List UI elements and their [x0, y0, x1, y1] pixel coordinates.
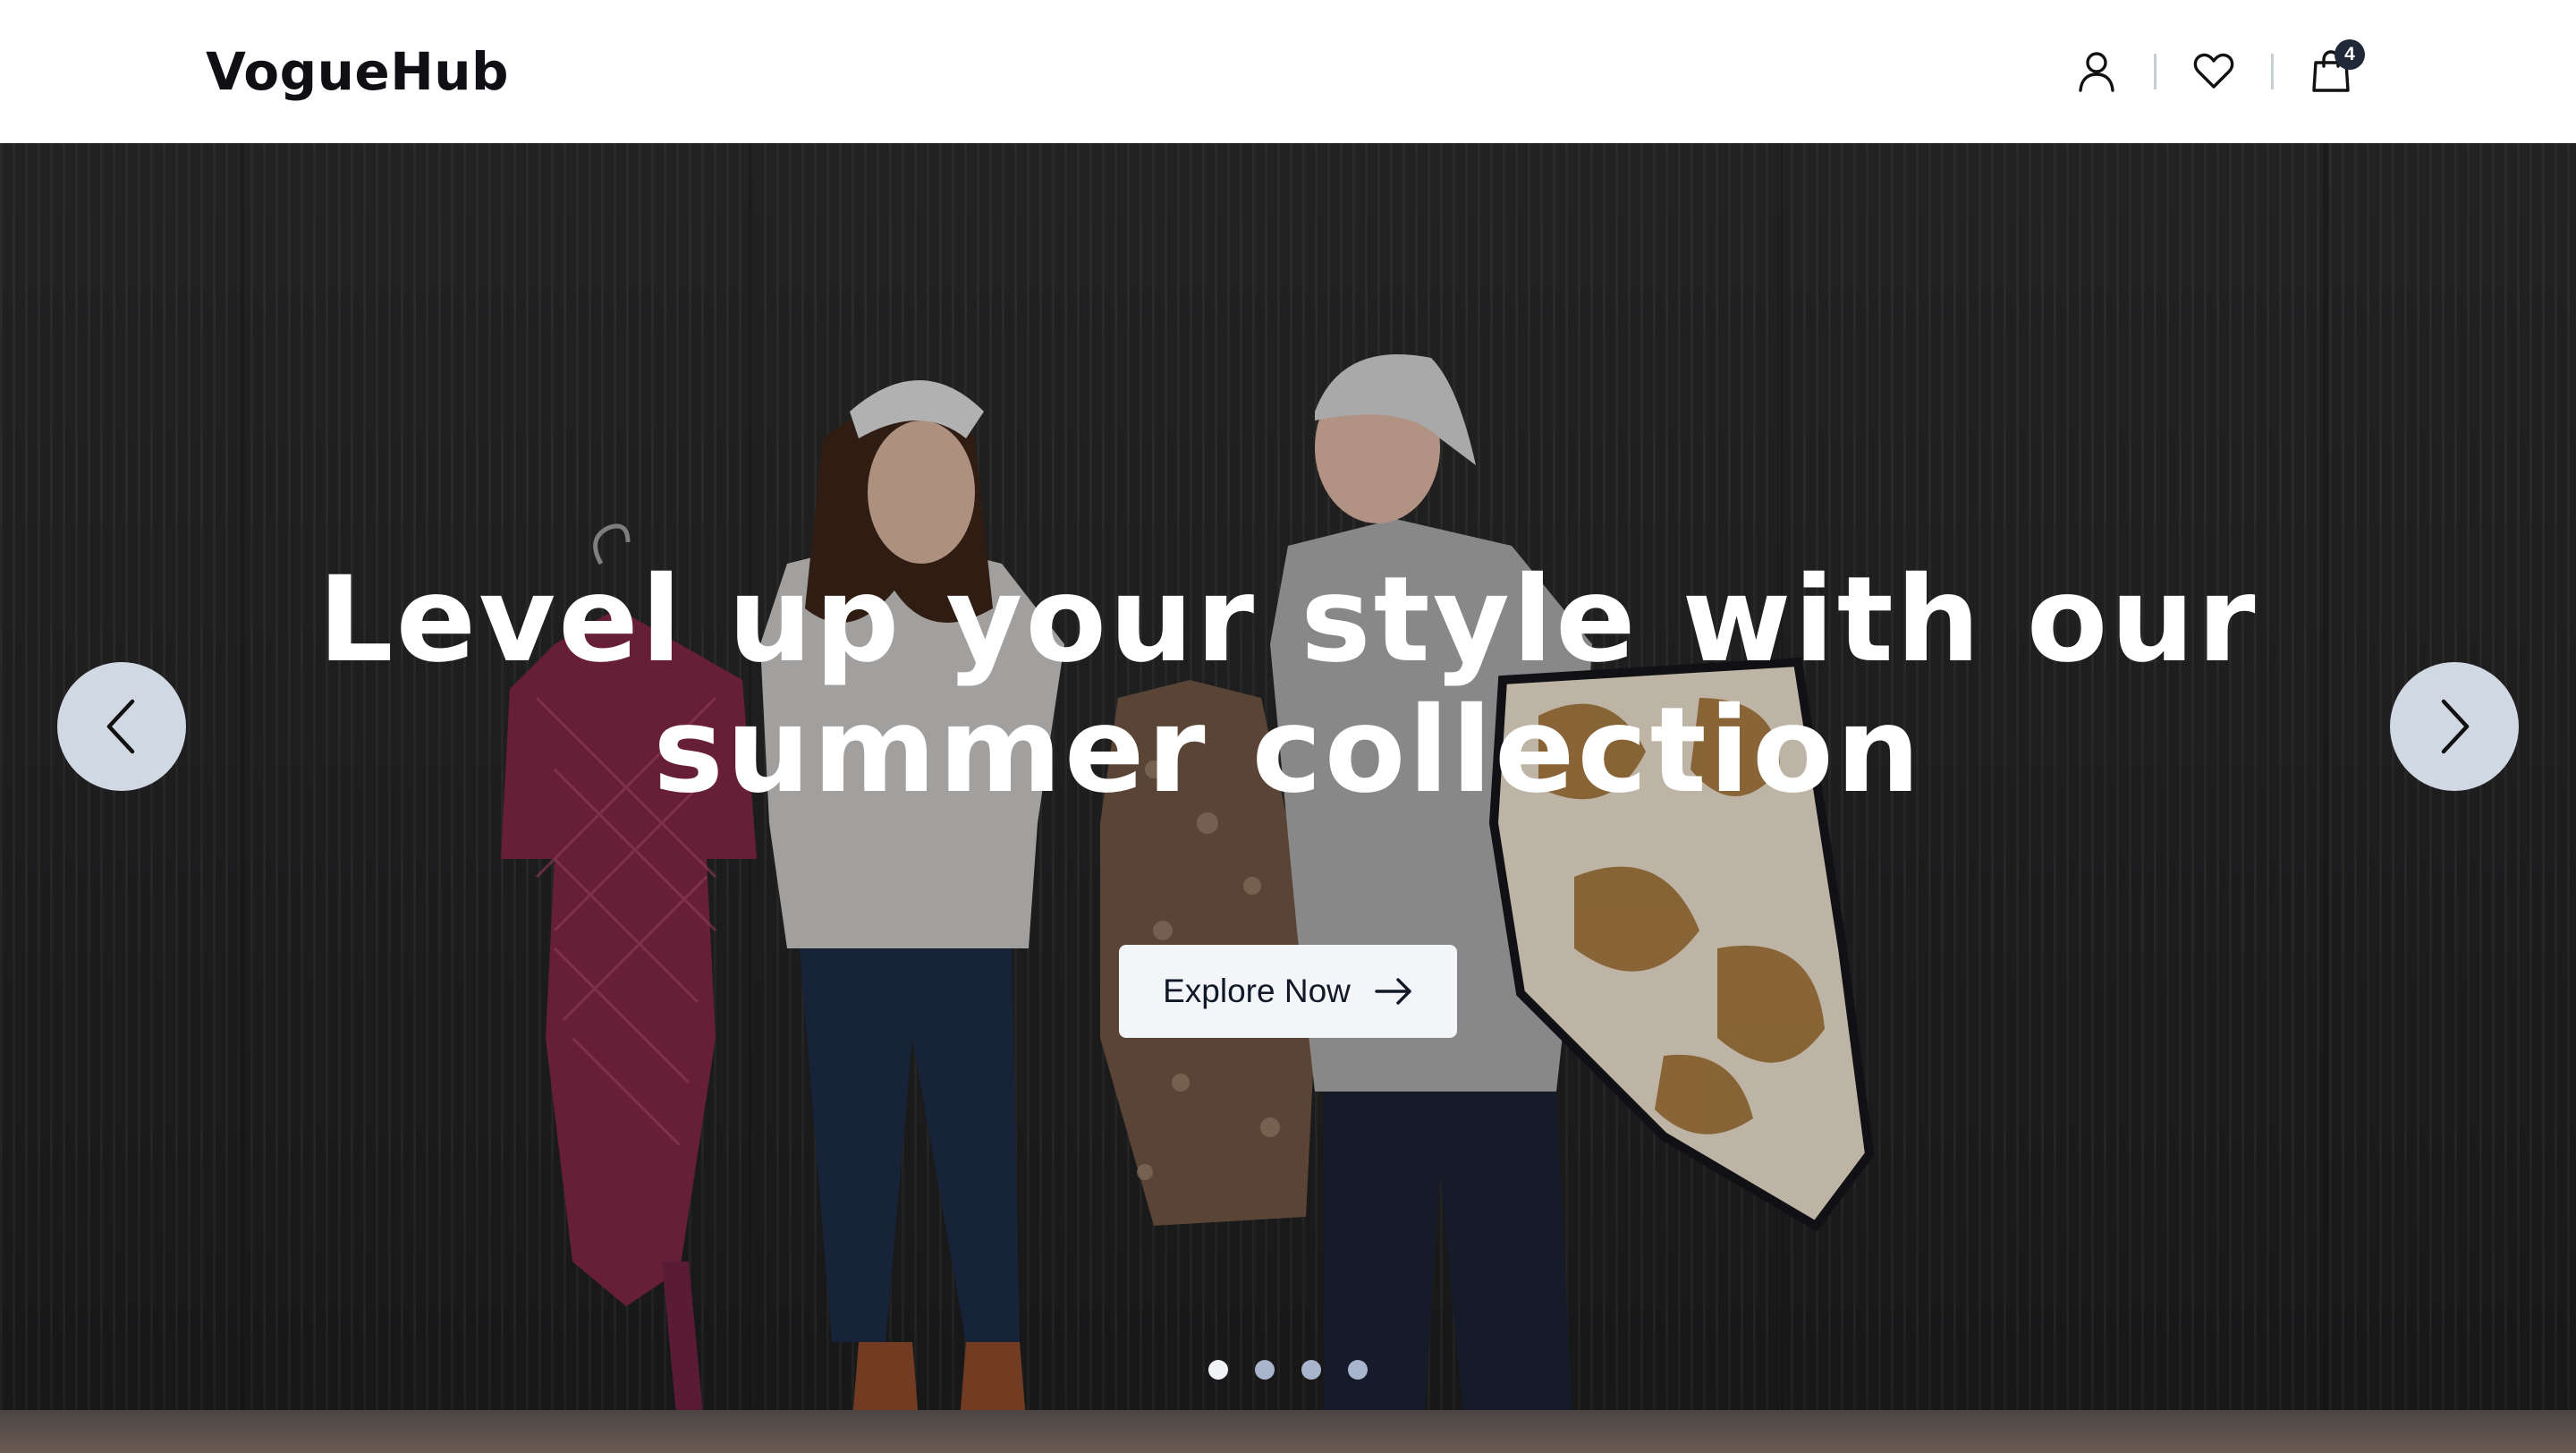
- site-header: VogueHub 4: [0, 0, 2576, 143]
- arrow-right-icon: [1375, 978, 1411, 1005]
- cart-button[interactable]: 4: [2301, 39, 2365, 102]
- wishlist-button[interactable]: [2183, 41, 2244, 102]
- chevron-right-icon: [2441, 699, 2470, 754]
- header-actions: 4: [2066, 0, 2365, 143]
- explore-now-button[interactable]: Explore Now: [1119, 945, 1457, 1038]
- user-icon: [2079, 52, 2114, 92]
- carousel-next-button[interactable]: [2390, 662, 2519, 791]
- carousel-dot-1[interactable]: [1208, 1360, 1228, 1380]
- heart-icon: [2193, 53, 2234, 89]
- nav-divider: [2154, 54, 2157, 89]
- cart-count-badge: 4: [2334, 39, 2365, 70]
- hero-banner: Level up your style with our summer coll…: [0, 143, 2576, 1453]
- chevron-left-icon: [106, 699, 135, 754]
- hero-ground: [0, 1410, 2576, 1453]
- nav-divider: [2271, 54, 2274, 89]
- carousel-prev-button[interactable]: [57, 662, 186, 791]
- account-button[interactable]: [2066, 41, 2127, 102]
- carousel-dots: [0, 1360, 2576, 1380]
- carousel-dot-3[interactable]: [1301, 1360, 1321, 1380]
- carousel-dot-4[interactable]: [1348, 1360, 1368, 1380]
- site-logo[interactable]: VogueHub: [206, 41, 509, 102]
- carousel-dot-2[interactable]: [1255, 1360, 1275, 1380]
- hero-title: Level up your style with our summer coll…: [318, 551, 2258, 820]
- explore-now-label: Explore Now: [1163, 973, 1351, 1009]
